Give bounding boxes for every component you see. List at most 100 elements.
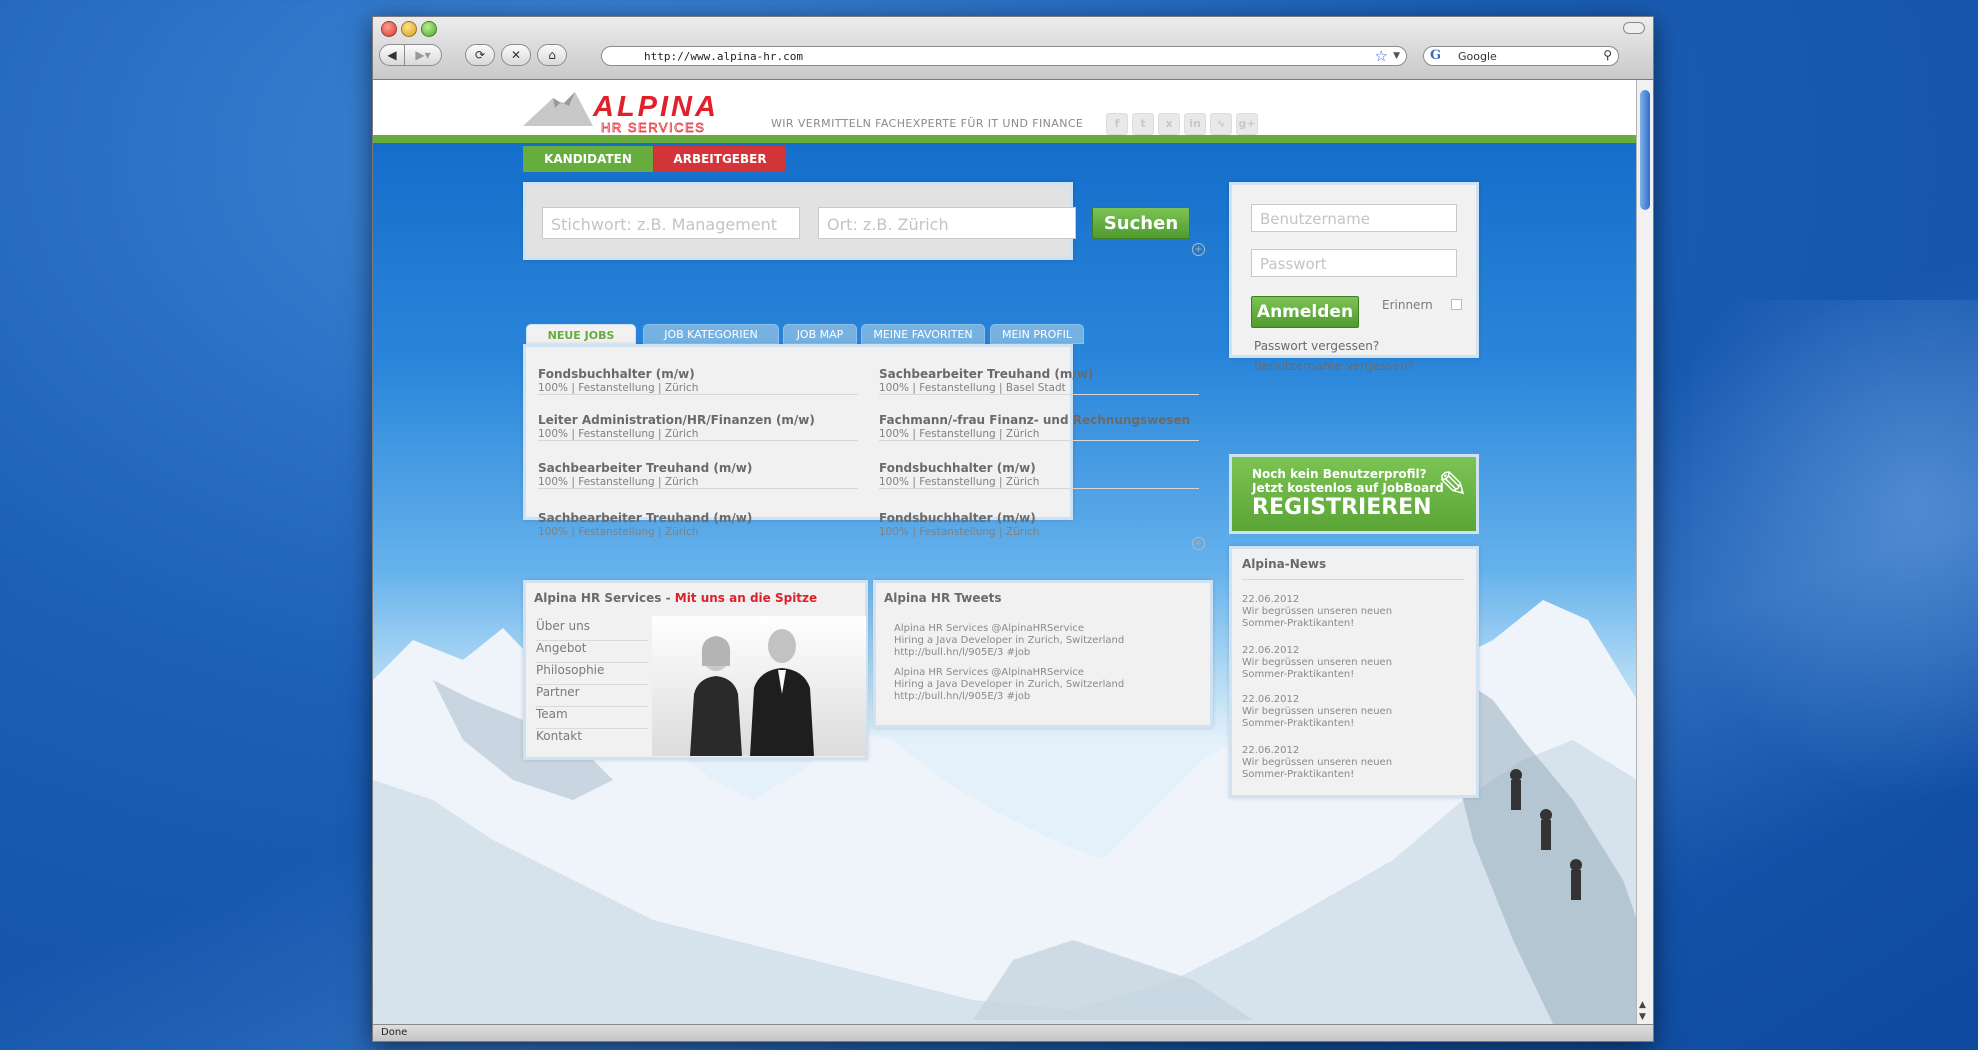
menu-item-kontakt[interactable]: Kontakt (536, 729, 648, 750)
about-title-text: Alpina HR Services - (534, 591, 675, 605)
rss-icon[interactable]: ∿ (1210, 113, 1232, 135)
tab-neue-jobs[interactable]: NEUE JOBS (526, 324, 636, 346)
scrollbar-thumb[interactable] (1640, 90, 1650, 210)
reload-icon: ⟳ (474, 48, 486, 62)
about-highlight: Mit uns an die Spitze (674, 591, 818, 605)
job-title: Leiter Administration/HR/Finanzen (m/w) (538, 413, 815, 427)
job-listing[interactable]: Sachbearbeiter Treuhand (m/w) 100% | Fes… (879, 367, 1199, 394)
job-listing[interactable]: Fondsbuchhalter (m/w) 100% | Festanstell… (538, 367, 858, 394)
job-detail: 100% | Festanstellung | Zürich (538, 382, 699, 394)
scroll-down-icon[interactable]: ▼ (1639, 1012, 1646, 1022)
tab-mein-profil[interactable]: MEIN PROFIL (990, 324, 1084, 344)
stop-icon: ✕ (510, 48, 522, 62)
facebook-icon[interactable]: f (1106, 113, 1128, 135)
xing-icon[interactable]: x (1158, 113, 1180, 135)
keyword-search-input[interactable]: Stichwort: z.B. Management (542, 207, 800, 239)
toolbar-toggle-button[interactable] (1623, 22, 1645, 34)
tab-arbeitgeber[interactable]: ARBEITGEBER (654, 146, 786, 172)
job-listing[interactable]: Fondsbuchhalter (m/w) 100% | Festanstell… (879, 511, 1199, 538)
news-text[interactable]: Sommer-Praktikanten! (1242, 718, 1354, 731)
password-input[interactable]: Passwort (1251, 249, 1457, 277)
url-dropdown-icon[interactable]: ▼ (1393, 51, 1400, 61)
menu-item-partner[interactable]: Partner (536, 685, 648, 707)
vertical-scrollbar[interactable]: ▲ ▼ (1636, 80, 1653, 1024)
tweet-link[interactable]: http://bull.hn/l/905E/3 #job (894, 647, 1030, 660)
home-icon: ⌂ (548, 48, 556, 62)
more-jobs-icon[interactable]: + (1192, 537, 1205, 550)
bookmark-star-icon[interactable]: ☆ (1375, 47, 1388, 65)
job-detail: 100% | Festanstellung | Zürich (879, 428, 1040, 440)
tweet-author[interactable]: Alpina HR Services @AlpinaHRService (894, 623, 1084, 636)
login-button[interactable]: Anmelden (1251, 296, 1359, 328)
remember-checkbox[interactable] (1451, 299, 1462, 310)
linkedin-icon[interactable]: in (1184, 113, 1206, 135)
tab-job-map[interactable]: JOB MAP (783, 324, 857, 344)
forward-button[interactable]: ▶▾ (404, 44, 442, 66)
window-zoom-button[interactable] (421, 21, 437, 37)
job-listing[interactable]: Leiter Administration/HR/Finanzen (m/w) … (538, 413, 858, 440)
status-bar: Done (373, 1024, 1653, 1041)
scroll-up-icon[interactable]: ▲ (1639, 1000, 1646, 1010)
register-line-2: Jetzt kostenlos auf JobBoard (1252, 481, 1444, 495)
search-icon[interactable]: ⚲ (1603, 48, 1612, 62)
forgot-password-link[interactable]: Passwort vergessen? (1254, 339, 1379, 353)
news-text[interactable]: Sommer-Praktikanten! (1242, 618, 1354, 631)
news-date: 22.06.2012 (1242, 745, 1300, 756)
news-date: 22.06.2012 (1242, 594, 1300, 605)
username-input[interactable]: Benutzername (1251, 204, 1457, 232)
forgot-username-link[interactable]: Benutzername vergessen? (1254, 359, 1414, 373)
tweet-link[interactable]: http://bull.hn/l/905E/3 #job (894, 691, 1030, 704)
tab-kandidaten[interactable]: KANDIDATEN (523, 146, 653, 172)
job-list-panel: Fondsbuchhalter (m/w) 100% | Festanstell… (523, 344, 1205, 550)
tab-job-kategorien[interactable]: JOB KATEGORIEN (643, 324, 779, 344)
news-text[interactable]: Wir begrüssen unseren neuen (1242, 657, 1392, 670)
browser-window: ◀ ▶▾ ⟳ ✕ ⌂ http://www.alpina-hr.com ☆ ▼ … (372, 16, 1654, 1042)
window-minimize-button[interactable] (401, 21, 417, 37)
remember-label: Erinnern (1382, 298, 1433, 312)
news-text[interactable]: Wir begrüssen unseren neuen (1242, 757, 1392, 770)
job-search-panel: Stichwort: z.B. Management Ort: z.B. Zür… (523, 182, 1205, 260)
job-listing[interactable]: Sachbearbeiter Treuhand (m/w) 100% | Fes… (538, 461, 858, 488)
news-text[interactable]: Sommer-Praktikanten! (1242, 769, 1354, 782)
expand-search-icon[interactable]: + (1192, 243, 1205, 256)
window-close-button[interactable] (381, 21, 397, 37)
twitter-icon[interactable]: t (1132, 113, 1154, 135)
job-title: Sachbearbeiter Treuhand (m/w) (538, 511, 753, 525)
logo-mountain-icon (523, 92, 593, 130)
divider (879, 488, 1199, 489)
desktop-light-flare (1660, 300, 1978, 800)
location-search-input[interactable]: Ort: z.B. Zürich (818, 207, 1076, 239)
menu-item-ueber-uns[interactable]: Über uns (536, 619, 648, 641)
page-viewport: ALPINA HR SERVICES WIR VERMITTELN FACHEX… (373, 80, 1637, 1024)
tab-meine-favoriten[interactable]: MEINE FAVORITEN (861, 324, 985, 344)
register-banner[interactable]: Noch kein Benutzerprofil? Jetzt kostenlo… (1229, 454, 1479, 534)
search-button[interactable]: Suchen (1092, 207, 1190, 239)
job-title: Sachbearbeiter Treuhand (m/w) (879, 367, 1094, 381)
back-button[interactable]: ◀ (379, 44, 405, 66)
menu-item-philosophie[interactable]: Philosophie (536, 663, 648, 685)
job-title: Fondsbuchhalter (m/w) (879, 511, 1036, 525)
browser-search-field[interactable]: G Google ⚲ (1423, 46, 1619, 66)
menu-item-angebot[interactable]: Angebot (536, 641, 648, 663)
tweet-author[interactable]: Alpina HR Services @AlpinaHRService (894, 667, 1084, 680)
job-listing[interactable]: Fachmann/-frau Finanz- und Rechnungswese… (879, 413, 1199, 440)
job-detail: 100% | Festanstellung | Basel Stadt (879, 382, 1066, 394)
menu-item-team[interactable]: Team (536, 707, 648, 729)
divider (538, 488, 858, 489)
news-text[interactable]: Wir begrüssen unseren neuen (1242, 606, 1392, 619)
news-text[interactable]: Wir begrüssen unseren neuen (1242, 706, 1392, 719)
google-plus-icon[interactable]: g+ (1236, 113, 1258, 135)
job-listing[interactable]: Fondsbuchhalter (m/w) 100% | Festanstell… (879, 461, 1199, 488)
news-text[interactable]: Sommer-Praktikanten! (1242, 669, 1354, 682)
home-button[interactable]: ⌂ (537, 44, 567, 66)
address-bar[interactable]: http://www.alpina-hr.com ☆ ▼ (601, 46, 1407, 66)
tweets-panel: Alpina HR Tweets Alpina HR Services @Alp… (873, 580, 1213, 728)
reload-button[interactable]: ⟳ (465, 44, 495, 66)
job-detail: 100% | Festanstellung | Zürich (879, 526, 1040, 538)
job-listing[interactable]: Sachbearbeiter Treuhand (m/w) 100% | Fes… (538, 511, 858, 538)
news-title: Alpina-News (1242, 557, 1327, 571)
news-panel: Alpina-News 22.06.2012 Wir begrüssen uns… (1229, 546, 1479, 798)
stop-button[interactable]: ✕ (501, 44, 531, 66)
job-detail: 100% | Festanstellung | Zürich (879, 476, 1040, 488)
browser-toolbar: ◀ ▶▾ ⟳ ✕ ⌂ http://www.alpina-hr.com ☆ ▼ … (373, 17, 1653, 80)
